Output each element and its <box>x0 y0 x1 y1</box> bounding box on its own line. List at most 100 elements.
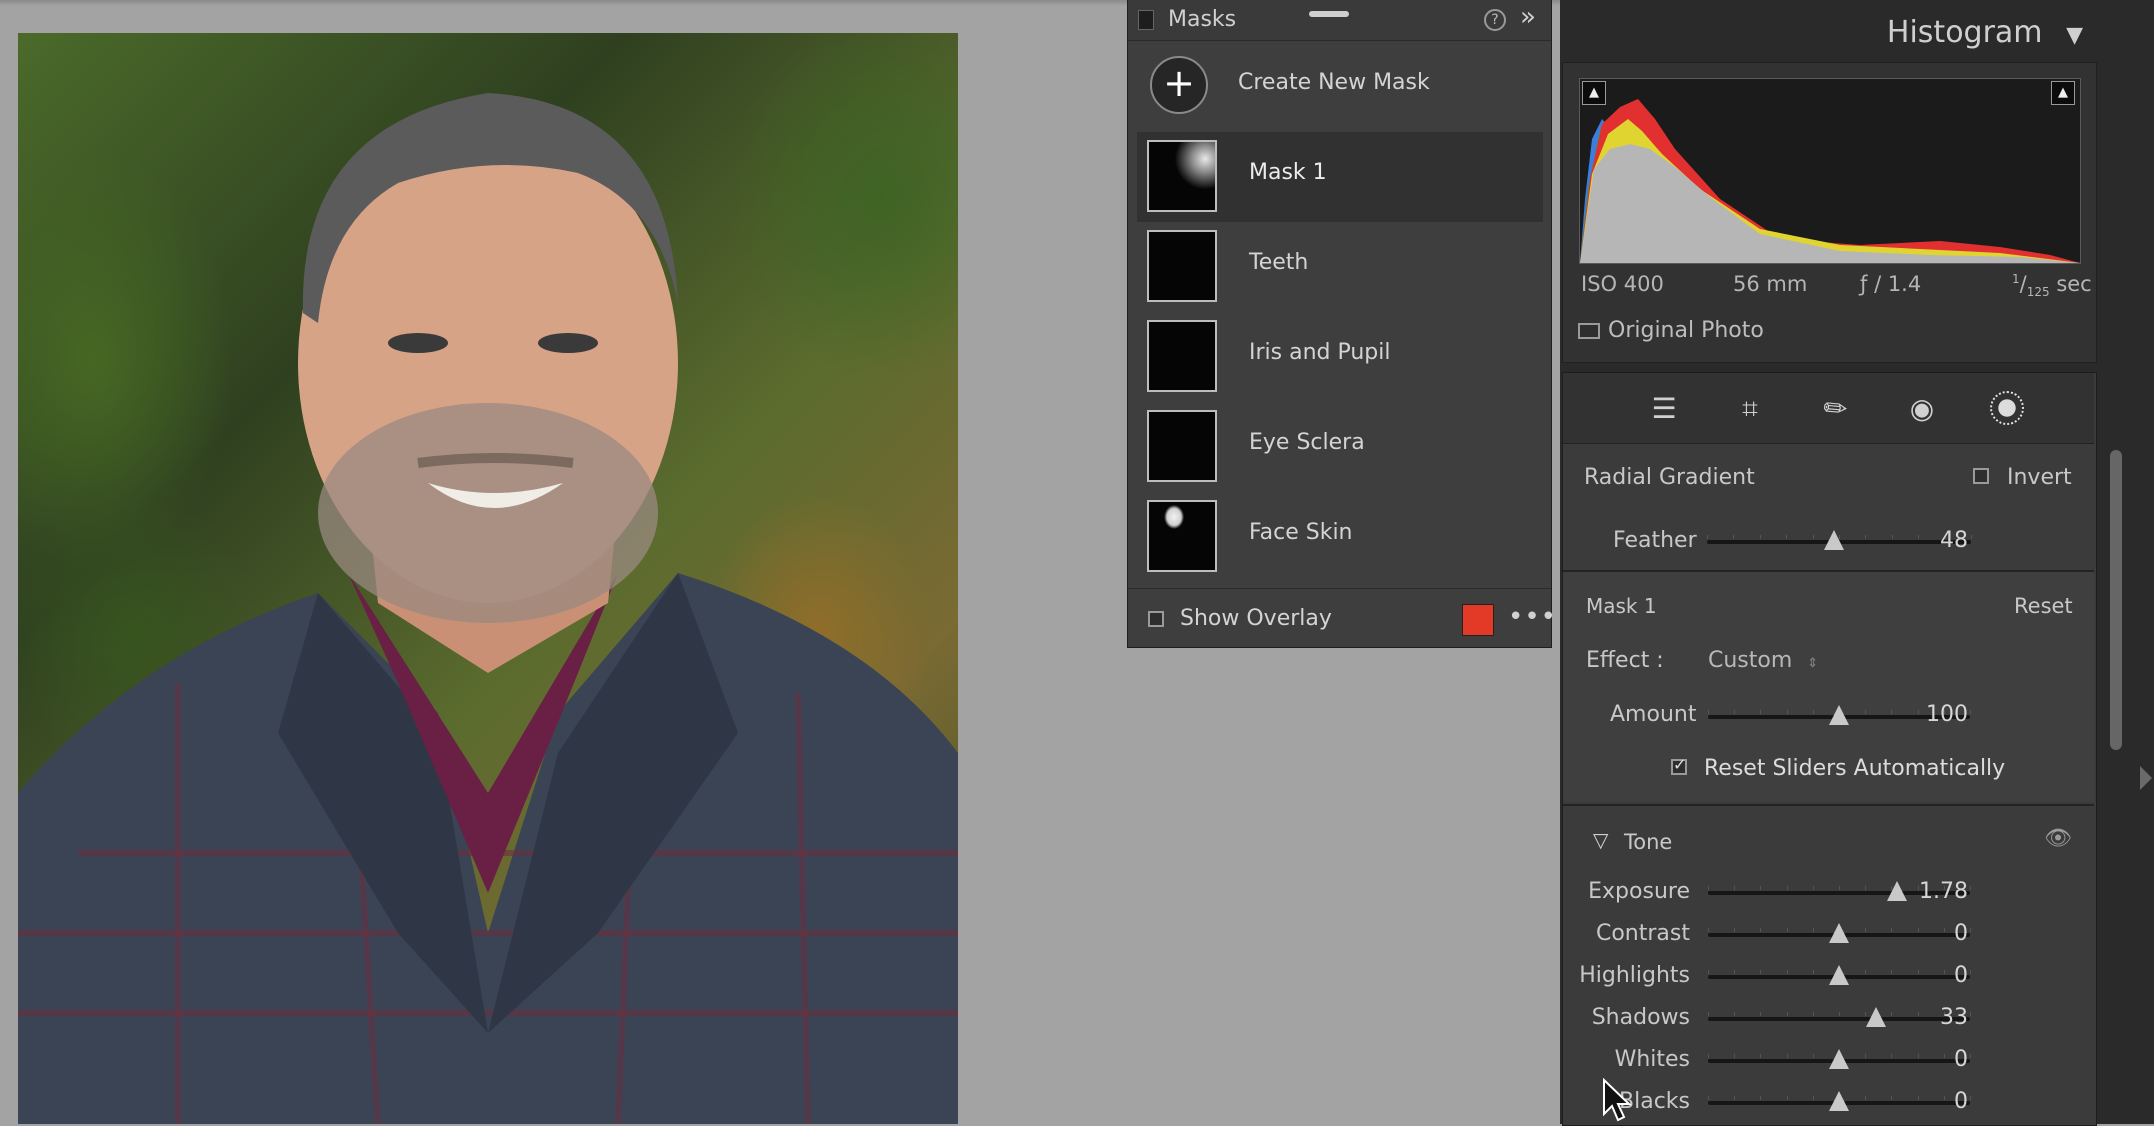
slider-tick <box>1865 1054 1867 1058</box>
amount-value[interactable]: 100 <box>1908 702 1968 727</box>
overlay-color-swatch[interactable] <box>1462 604 1494 636</box>
slider-tick <box>1970 970 1971 974</box>
redeye-icon[interactable]: ◉ <box>1904 391 1940 427</box>
panel-close-square[interactable] <box>1138 10 1154 30</box>
slider-tick <box>1786 1054 1788 1058</box>
mask-item-mask-1[interactable]: Mask 1 <box>1137 132 1543 222</box>
mask-item-label: Face Skin <box>1249 520 1353 545</box>
shutter-numerator: 1 <box>2012 272 2020 286</box>
tone-header[interactable]: ▽ Tone 👁 <box>1563 806 2094 866</box>
slider-tick <box>1786 710 1788 714</box>
slider-tick <box>1760 1096 1762 1100</box>
slider-tick <box>1760 1054 1762 1058</box>
mask-thumbnail <box>1147 230 1217 302</box>
contrast-value[interactable]: 0 <box>1908 921 1968 946</box>
mask-item-label: Teeth <box>1249 250 1309 275</box>
highlights-value[interactable]: 0 <box>1908 963 1968 988</box>
reset-button[interactable]: Reset <box>2014 594 2073 618</box>
slider-knob[interactable] <box>1829 965 1849 985</box>
crop-icon[interactable]: ⌗ <box>1732 391 1768 427</box>
slider-tick <box>1733 535 1735 539</box>
expand-right-panel-icon[interactable] <box>2140 766 2152 790</box>
slider-knob[interactable] <box>1829 1091 1849 1111</box>
original-photo-label: Original Photo <box>1608 318 1764 343</box>
aperture-readout: ƒ / 1.4 <box>1860 272 1922 296</box>
slider-tick <box>1734 928 1736 932</box>
mask-item-eye-sclera[interactable]: Eye Sclera <box>1137 402 1543 492</box>
slider-tick <box>1759 535 1761 539</box>
slider-knob[interactable] <box>1829 1049 1849 1069</box>
healing-icon[interactable]: ✎ <box>1811 384 1862 435</box>
eye-icon[interactable]: 👁 <box>2044 826 2072 851</box>
slider-tick <box>1708 1012 1709 1016</box>
feather-value[interactable]: 48 <box>1908 528 1968 553</box>
sliders-icon[interactable]: ☰ <box>1646 391 1682 427</box>
panel-scrollbar[interactable] <box>2110 450 2122 750</box>
histogram-graph[interactable] <box>1579 78 2081 264</box>
slider-tick <box>1865 970 1867 974</box>
whites-value[interactable]: 0 <box>1908 1047 1968 1072</box>
original-photo-checkbox[interactable] <box>1578 323 1600 339</box>
show-overlay-checkbox[interactable] <box>1148 611 1164 627</box>
slider-tick <box>1786 886 1788 890</box>
slider-tick <box>1760 710 1762 714</box>
slider-tick <box>1812 710 1814 714</box>
histogram-plot <box>1580 99 2080 263</box>
highlights-label: Highlights <box>1579 963 1690 988</box>
slider-tick <box>1839 886 1840 890</box>
shutter-denominator: 125 <box>2026 285 2050 300</box>
slider-tick <box>1839 1012 1840 1016</box>
more-icon[interactable]: ••• <box>1508 602 1557 632</box>
photo-canvas[interactable] <box>18 33 958 1124</box>
slider-tick <box>1786 1096 1788 1100</box>
mask-item-iris-and-pupil[interactable]: Iris and Pupil <box>1137 312 1543 402</box>
collapse-triangle-icon[interactable]: ▼ <box>2066 23 2083 48</box>
slider-tick <box>1734 1096 1736 1100</box>
slider-tick <box>1734 1012 1736 1016</box>
effect-dropdown[interactable]: Custom ⇕ <box>1708 648 1818 673</box>
shutter-unit: sec <box>2056 272 2092 296</box>
exposure-label: Exposure <box>1588 879 1690 904</box>
slider-knob[interactable] <box>1865 1007 1886 1027</box>
slider-tick <box>1707 535 1708 539</box>
collapse-icon[interactable]: » <box>1520 2 1536 32</box>
histogram-title: Histogram <box>1886 15 2043 50</box>
exposure-value[interactable]: 1.78 <box>1908 879 1968 904</box>
slider-tick <box>1970 886 1971 890</box>
amount-label: Amount <box>1610 702 1697 727</box>
slider-tick <box>1865 535 1867 539</box>
slider-knob[interactable] <box>1829 923 1849 943</box>
plus-icon: + <box>1150 56 1208 114</box>
slider-tick <box>1970 1012 1971 1016</box>
shadows-value[interactable]: 33 <box>1908 1005 1968 1030</box>
slider-tick <box>1786 535 1788 539</box>
mask-settings-title: Mask 1 <box>1586 594 1657 618</box>
mask-item-face-skin[interactable]: Face Skin <box>1137 492 1543 582</box>
blacks-value[interactable]: 0 <box>1908 1089 1968 1114</box>
slider-tick <box>1891 1012 1893 1016</box>
slider-knob[interactable] <box>1829 705 1849 725</box>
masks-header[interactable]: Masks ? » <box>1128 0 1551 41</box>
slider-tick <box>1891 710 1893 714</box>
invert-checkbox[interactable] <box>1973 468 1989 484</box>
slider-knob[interactable] <box>1823 530 1844 550</box>
mouse-cursor-icon <box>1603 1078 1632 1122</box>
updown-chevron-icon: ⇕ <box>1807 656 1819 671</box>
histogram-header[interactable]: Histogram ▼ <box>1887 15 2083 50</box>
slider-tick <box>1812 1012 1814 1016</box>
shadow-clipping-icon[interactable]: ▲ <box>1582 81 1606 105</box>
effect-dropdown-value: Custom <box>1708 648 1793 673</box>
create-new-mask-button[interactable]: + Create New Mask <box>1128 40 1551 130</box>
highlight-clipping-icon[interactable]: ▲ <box>2051 81 2075 105</box>
slider-knob[interactable] <box>1886 881 1907 901</box>
slider-tick <box>1865 886 1867 890</box>
slider-tick <box>1812 970 1814 974</box>
drag-handle[interactable] <box>1309 11 1349 17</box>
mask-item-teeth[interactable]: Teeth <box>1137 222 1543 312</box>
slider-tick <box>1760 1012 1762 1016</box>
slider-tick <box>1812 1054 1814 1058</box>
help-icon[interactable]: ? <box>1484 9 1506 31</box>
whites-label: Whites <box>1614 1047 1690 1072</box>
masking-icon[interactable] <box>1990 391 2024 425</box>
reset-sliders-checkbox[interactable]: ✓ <box>1671 755 1687 775</box>
